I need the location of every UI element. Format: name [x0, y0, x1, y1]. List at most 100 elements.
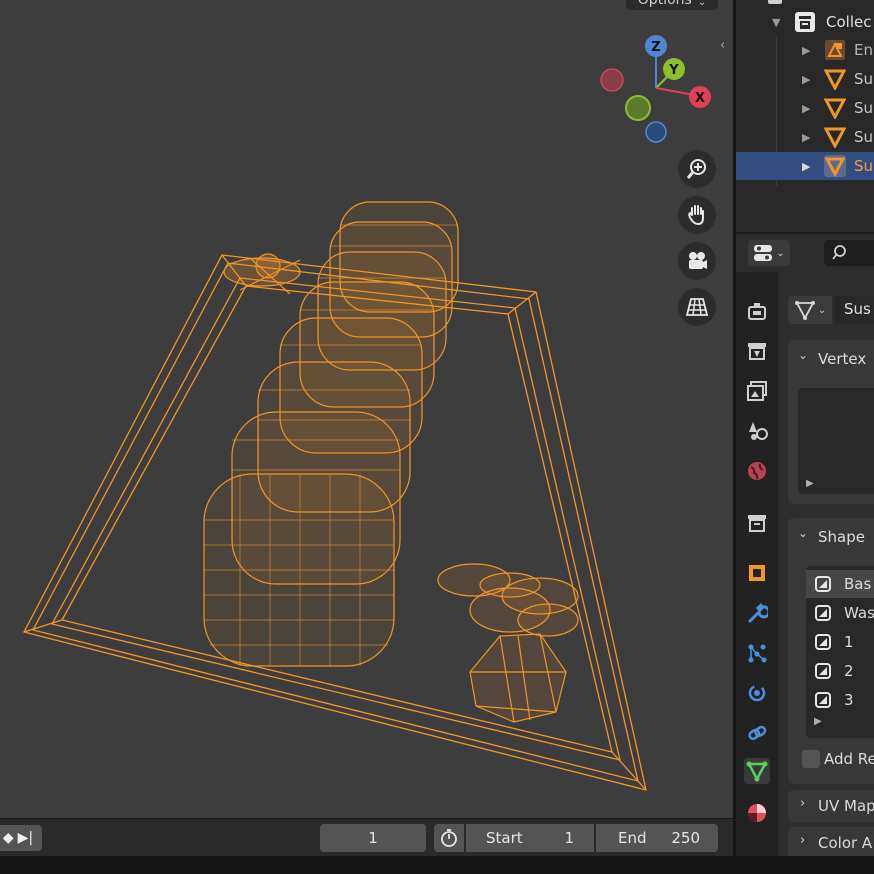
shape-key-icon [815, 692, 831, 708]
camera-view-button[interactable] [678, 242, 716, 280]
outliner-item-label: En [854, 41, 873, 59]
outliner-item-label: Su [854, 70, 874, 88]
chevron-down-icon: ⌄ [817, 304, 827, 316]
editor-type-button[interactable]: ⌄ [748, 240, 790, 266]
shape-keys-title[interactable]: Shape [818, 528, 865, 546]
tab-material[interactable] [744, 800, 770, 826]
chevron-down-icon: ⌄ [776, 247, 785, 259]
shape-key-label: 3 [844, 691, 854, 709]
shape-key-label: Bas [844, 575, 872, 593]
list-expand-icon[interactable]: ▶ [806, 478, 814, 489]
perspective-toggle-button[interactable] [678, 288, 716, 326]
physics-icon [748, 684, 766, 702]
tab-output[interactable] [744, 378, 770, 404]
outliner-item-collection[interactable]: ▼ Collec [736, 8, 874, 36]
mesh-icon [824, 98, 846, 119]
output-icon [747, 381, 767, 401]
tab-tool[interactable] [744, 298, 770, 324]
properties-body: ⌄ Sus ⌄ Vertex ▶ ⌄ Shape Bas Was 1 2 3 ▶… [778, 272, 874, 856]
object-icon [749, 565, 765, 581]
chevron-left-icon[interactable]: ‹ [720, 38, 725, 53]
outliner-item-mesh[interactable]: ▶ Su [736, 123, 874, 151]
tab-object[interactable] [744, 560, 770, 586]
3d-viewport[interactable]: Options ⌄ ‹ Z Y X [0, 0, 733, 818]
search-input[interactable] [824, 240, 874, 266]
tab-collection[interactable] [744, 510, 770, 536]
relative-label: Add Re [824, 750, 874, 768]
expand-triangle-icon[interactable]: ▶ [802, 44, 810, 57]
tab-world[interactable] [744, 458, 770, 484]
outliner-panel: ▼ Collec ▶ En ▶ Su ▶ Su ▶ Su ▶ Su [736, 0, 874, 232]
keyframe-diamond-icon: ◆ [2, 830, 14, 846]
tab-view-layer[interactable] [744, 418, 770, 444]
pan-button[interactable] [678, 196, 716, 234]
outliner-item-mesh-selected[interactable]: ▶ Su [736, 152, 874, 180]
vertex-groups-list[interactable]: ▶ [798, 388, 874, 494]
zoom-icon [686, 159, 706, 179]
outliner-item-mesh[interactable]: ▶ Su [736, 94, 874, 122]
expand-triangle-icon[interactable]: ▶ [802, 131, 810, 144]
chevron-right-icon: › [800, 796, 806, 811]
end-value: 250 [671, 829, 700, 847]
gizmo-neg-y[interactable] [625, 95, 651, 121]
relative-checkbox[interactable] [802, 750, 820, 768]
jump-end-icon: ▶| [17, 830, 34, 846]
gizmo-x-label: X [695, 91, 705, 106]
shape-key-row[interactable]: Bas [806, 570, 874, 598]
auto-keying-button[interactable] [434, 824, 464, 852]
shape-key-label: Was [844, 604, 874, 622]
vertex-groups-title[interactable]: Vertex [818, 350, 866, 368]
jump-to-end-button[interactable]: ◆ ▶| [0, 825, 42, 851]
gizmo-neg-z[interactable] [645, 121, 667, 143]
mesh-icon [824, 69, 846, 90]
shape-key-icon [815, 663, 831, 679]
expand-triangle-icon[interactable]: ▶ [802, 73, 810, 86]
options-button[interactable]: Options ⌄ [626, 0, 718, 10]
chevron-down-icon[interactable]: ⌄ [798, 348, 808, 362]
search-icon [832, 245, 846, 260]
outliner-item-mesh[interactable]: ▶ Su [736, 65, 874, 93]
shape-keys-panel: ⌄ Shape Bas Was 1 2 3 ▶ Add Re [788, 518, 874, 784]
shape-key-label: 2 [844, 662, 854, 680]
color-attributes-panel[interactable]: › Color A [788, 827, 874, 856]
chevron-down-icon[interactable]: ⌄ [798, 526, 808, 540]
tab-particles[interactable] [744, 640, 770, 666]
tab-render[interactable] [744, 338, 770, 364]
expand-triangle-icon[interactable]: ▶ [802, 160, 810, 173]
tab-modifiers[interactable] [744, 600, 770, 626]
chevron-right-icon: › [800, 833, 806, 848]
outliner-item-label: Collec [826, 13, 872, 31]
shape-key-label: 1 [844, 633, 854, 651]
shape-key-row[interactable]: Was [806, 599, 874, 627]
zoom-button[interactable] [678, 150, 716, 188]
start-frame-field[interactable]: Start 1 [466, 824, 594, 852]
empty-icon [825, 40, 845, 60]
expand-triangle-icon[interactable]: ▶ [802, 102, 810, 115]
tab-mesh-data[interactable] [744, 758, 770, 784]
status-bar [0, 856, 874, 874]
end-label: End [618, 829, 647, 847]
gizmo-neg-x[interactable] [600, 68, 624, 92]
tab-physics[interactable] [744, 680, 770, 706]
grid-icon [685, 298, 709, 316]
tab-constraints[interactable] [744, 720, 770, 746]
mesh-name-field[interactable]: Sus [834, 296, 874, 324]
constraints-icon [748, 725, 767, 741]
shape-key-row[interactable]: 3 [806, 686, 874, 714]
current-frame-field[interactable]: 1 [320, 824, 426, 852]
data-browse-button[interactable]: ⌄ [788, 296, 832, 324]
shape-key-row[interactable]: 1 [806, 628, 874, 656]
camera-icon [689, 252, 707, 269]
outliner-item-empty[interactable]: ▶ En [736, 36, 874, 64]
shape-keys-list[interactable]: Bas Was 1 2 3 ▶ [806, 566, 874, 738]
list-expand-icon[interactable]: ▶ [814, 716, 822, 727]
navigation-gizmo[interactable]: Z Y X [596, 32, 720, 144]
expand-triangle-icon[interactable]: ▼ [772, 16, 780, 29]
outliner-item-label: Su [854, 128, 874, 146]
mesh-icon [824, 127, 846, 148]
uv-maps-panel[interactable]: › UV Map [788, 790, 874, 822]
timeline-bar: ◆ ▶| 1 Start 1 End 250 [0, 818, 733, 857]
shape-key-row[interactable]: 2 [806, 657, 874, 685]
shape-key-icon [815, 634, 831, 650]
end-frame-field[interactable]: End 250 [596, 824, 718, 852]
